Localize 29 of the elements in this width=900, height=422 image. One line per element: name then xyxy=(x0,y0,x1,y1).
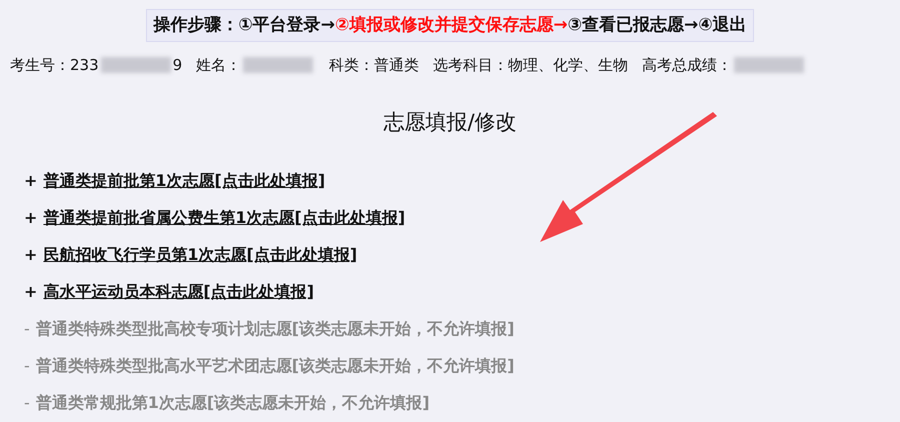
application-link[interactable]: 民航招收飞行学员第1次志愿[点击此处填报] xyxy=(43,243,358,267)
item-marker: - xyxy=(24,355,30,377)
info-value: 9 xyxy=(172,55,182,76)
info-label: 选考科目： xyxy=(433,55,508,76)
application-unavailable: 普通类特殊类型批高水平艺术团志愿[该类志愿未开始，不允许填报] xyxy=(36,355,514,377)
item-marker: + xyxy=(24,244,38,266)
step-text: ①平台登录→ xyxy=(238,14,335,37)
info-value: 普通类 xyxy=(374,55,420,76)
page-title: 志愿填报/修改 xyxy=(383,108,517,136)
item-marker: + xyxy=(24,170,38,192)
step-text: ③查看已报志愿→ xyxy=(568,14,698,37)
application-link[interactable]: 普通类提前批第1次志愿[点击此处填报] xyxy=(43,169,326,193)
info-value: 物理、化学、生物 xyxy=(508,55,628,76)
info-value: 233 xyxy=(70,55,99,76)
step-text: ②填报或修改并提交保存志愿→ xyxy=(334,14,568,37)
steps-label: 操作步骤： xyxy=(153,14,238,37)
item-marker: - xyxy=(24,392,30,414)
step-text: ④退出 xyxy=(698,14,747,37)
info-label: 科类： xyxy=(329,55,374,76)
application-unavailable: 普通类常规批第1次志愿[该类志愿未开始，不允许填报] xyxy=(36,392,430,414)
item-marker: + xyxy=(24,281,38,303)
item-marker: - xyxy=(24,318,30,340)
application-link[interactable]: 普通类提前批省属公费生第1次志愿[点击此处填报] xyxy=(43,206,406,230)
info-label: 考生号： xyxy=(10,55,70,76)
application-link[interactable]: 高水平运动员本科志愿[点击此处填报] xyxy=(43,280,314,304)
info-label: 姓名： xyxy=(196,55,242,76)
application-unavailable: 普通类特殊类型批高校专项计划志愿[该类志愿未开始，不允许填报] xyxy=(36,318,514,340)
item-marker: + xyxy=(24,207,38,229)
info-label: 高考总成绩： xyxy=(642,55,732,76)
